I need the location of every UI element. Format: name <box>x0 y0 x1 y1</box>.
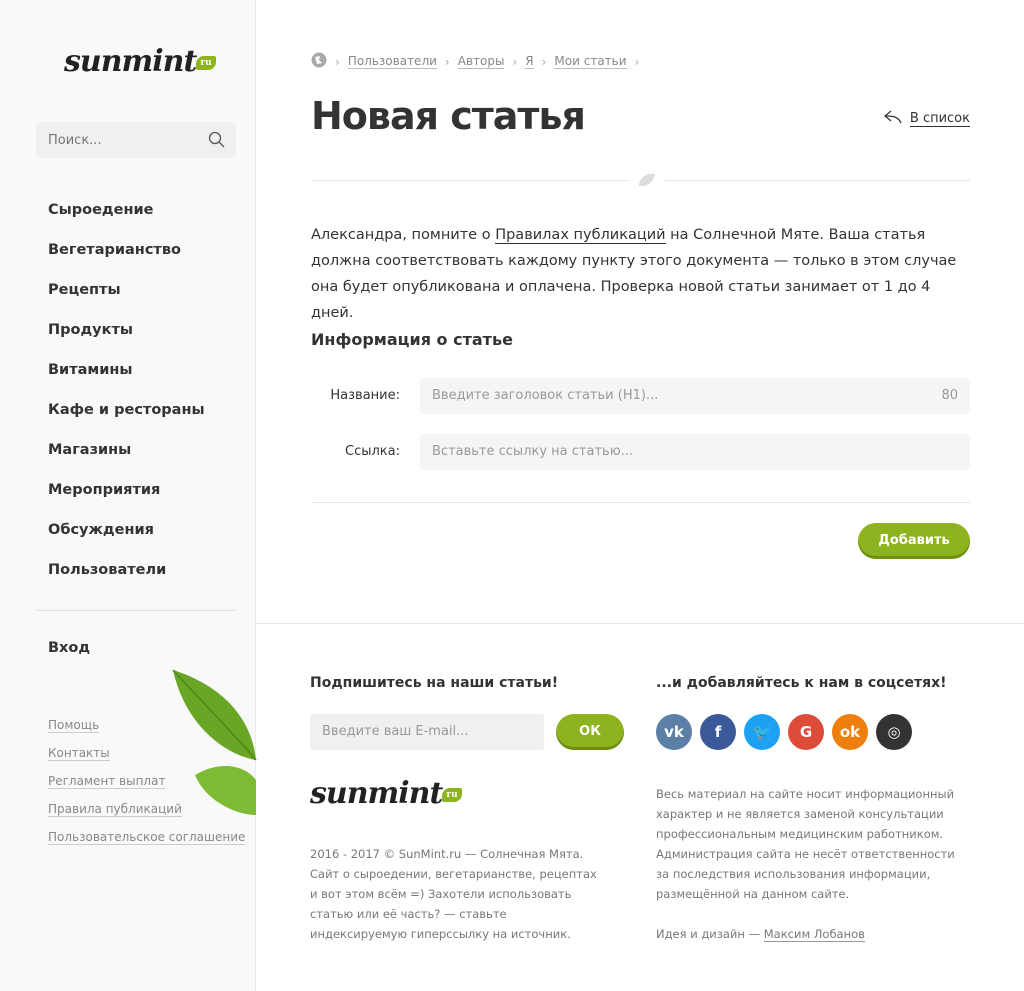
disclaimer-text: Весь материал на сайте носит информацион… <box>656 787 955 901</box>
vk-icon[interactable]: vk <box>656 714 692 750</box>
social-links: vk f 🐦 G ok ◎ <box>656 714 912 750</box>
link-input[interactable]: Вставьте ссылку на статью... <box>420 434 970 470</box>
agreement-link[interactable]: Пользовательское соглашение <box>48 830 246 845</box>
search-input[interactable] <box>36 122 196 158</box>
link-row: Ссылка: Вставьте ссылку на статью... <box>311 434 970 470</box>
author-link[interactable]: Максим Лобанов <box>763 927 865 942</box>
sidebar: sunmintru Сыроедение Вегетарианство Реце… <box>0 0 257 991</box>
subscribe-title: Подпишитесь на наши статьи! <box>310 675 559 691</box>
instagram-icon[interactable]: ◎ <box>876 714 912 750</box>
title-row: Название: Введите заголовок статьи (H1).… <box>311 378 970 414</box>
nav-item[interactable]: Обсуждения <box>48 520 205 560</box>
section-title: Информация о статье <box>311 330 513 349</box>
chevron-right-icon: › <box>634 54 640 69</box>
email-input[interactable]: Введите ваш E-mail... <box>310 714 544 750</box>
leaf-icon <box>629 172 665 192</box>
chevron-right-icon: › <box>444 54 450 69</box>
chevron-right-icon: › <box>541 54 547 69</box>
back-to-list-link[interactable]: В список <box>883 110 970 128</box>
breadcrumb-item[interactable]: Я <box>525 54 534 69</box>
divider <box>311 502 970 503</box>
help-link[interactable]: Помощь <box>48 718 100 733</box>
google-icon[interactable]: G <box>788 714 824 750</box>
chevron-right-icon: › <box>335 54 340 69</box>
nav-item[interactable]: Рецепты <box>48 280 205 320</box>
copyright-text: 2016 - 2017 © SunMint.ru — Солнечная Мят… <box>310 847 597 941</box>
nav-item[interactable]: Вегетарианство <box>48 240 205 280</box>
publication-rules-link[interactable]: Правилах публикаций <box>495 227 666 244</box>
globe-icon[interactable] <box>311 52 327 71</box>
footer-links: Помощь Контакты Регламент выплат Правила… <box>48 718 246 858</box>
payments-link[interactable]: Регламент выплат <box>48 774 166 789</box>
chevron-right-icon: › <box>512 54 518 69</box>
social-title: ...и добавляйтесь к нам в соцсетях! <box>656 675 947 691</box>
credit-text: Идея и дизайн — Максим Лобанов <box>656 927 865 942</box>
page-title: Новая статья <box>311 94 586 138</box>
intro-text: Александра, помните о Правилах публикаци… <box>311 227 957 321</box>
nav-item[interactable]: Продукты <box>48 320 205 360</box>
main-nav: Сыроедение Вегетарианство Рецепты Продук… <box>48 200 205 600</box>
divider <box>36 610 236 611</box>
nav-item[interactable]: Пользователи <box>48 560 205 600</box>
subscribe-ok-button[interactable]: ОК <box>556 714 624 750</box>
title-input[interactable]: Введите заголовок статьи (H1)... 80 <box>420 378 970 414</box>
contacts-link[interactable]: Контакты <box>48 746 110 761</box>
footer: Подпишитесь на наши статьи! Введите ваш … <box>256 623 1024 991</box>
odnoklassniki-icon[interactable]: ok <box>832 714 868 750</box>
add-button[interactable]: Добавить <box>858 523 970 559</box>
reply-arrow-icon <box>883 110 902 128</box>
nav-item[interactable]: Витамины <box>48 360 205 400</box>
twitter-icon[interactable]: 🐦 <box>744 714 780 750</box>
nav-item[interactable]: Магазины <box>48 440 205 480</box>
breadcrumb-item[interactable]: Авторы <box>457 54 505 69</box>
facebook-icon[interactable]: f <box>700 714 736 750</box>
breadcrumb: › Пользователи › Авторы › Я › Мои статьи › <box>311 52 639 71</box>
breadcrumb-item[interactable]: Пользователи <box>347 54 437 69</box>
search-box <box>36 122 236 158</box>
nav-item[interactable]: Мероприятия <box>48 480 205 520</box>
logo[interactable]: sunmint ru <box>64 44 216 79</box>
breadcrumb-item[interactable]: Мои статьи <box>554 54 627 69</box>
footer-logo[interactable]: sunmint ru <box>310 776 462 811</box>
link-label: Ссылка: <box>345 444 400 459</box>
rules-link[interactable]: Правила публикаций <box>48 802 182 817</box>
login-link[interactable]: Вход <box>48 640 90 656</box>
title-label: Название: <box>330 388 400 403</box>
search-icon[interactable] <box>208 131 226 153</box>
char-counter: 80 <box>941 388 958 403</box>
nav-item[interactable]: Сыроедение <box>48 200 205 240</box>
nav-item[interactable]: Кафе и рестораны <box>48 400 205 440</box>
